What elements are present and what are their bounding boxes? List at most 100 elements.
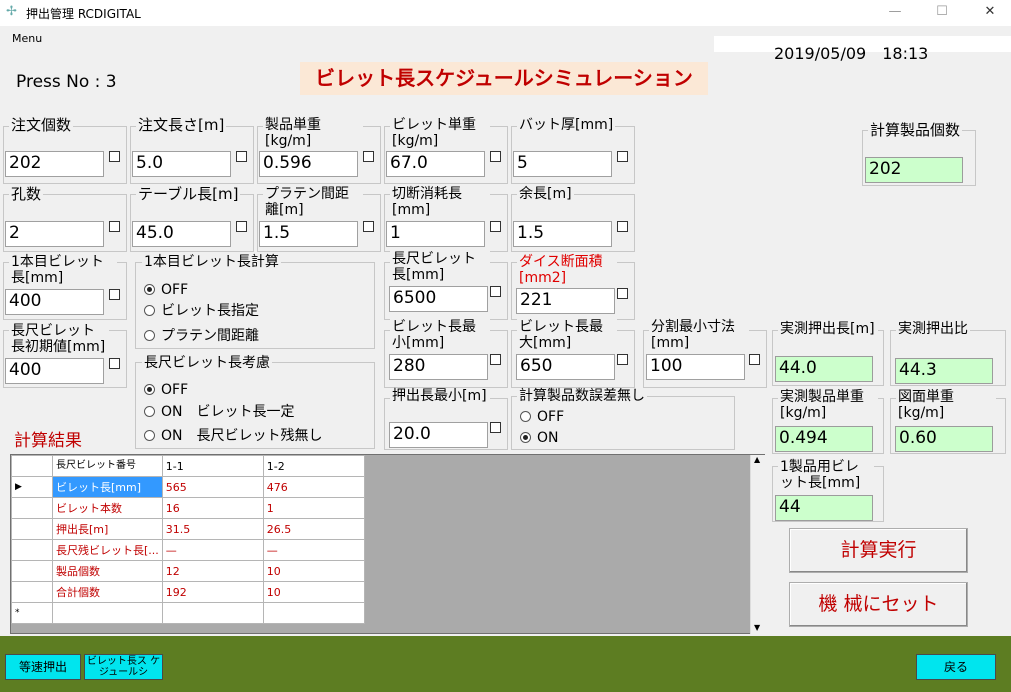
order-length-checkbox[interactable] xyxy=(236,151,247,162)
table-cell[interactable] xyxy=(161,602,264,624)
first-billet-calc-platen-radio[interactable]: プラテン間距離 xyxy=(144,328,259,344)
table-cell[interactable]: — xyxy=(161,539,264,561)
table-cell[interactable]: 31.5 xyxy=(161,518,264,540)
table-cell[interactable]: — xyxy=(262,539,365,561)
column-header[interactable]: 1-2 xyxy=(262,455,365,477)
row-label-cell[interactable]: 合計個数 xyxy=(52,581,163,603)
calculate-button[interactable]: 計算実行 xyxy=(789,528,968,573)
maximize-button[interactable]: ☐ xyxy=(927,2,957,22)
long-billet-no-remain-radio[interactable]: ON 長尺ビレット残無し xyxy=(144,428,323,444)
platen-distance-checkbox[interactable] xyxy=(363,221,374,232)
minimize-button[interactable]: — xyxy=(880,2,910,22)
platen-distance-input[interactable]: 1.5 xyxy=(259,221,358,247)
back-button[interactable]: 戻る xyxy=(916,654,996,680)
row-header[interactable] xyxy=(11,518,53,540)
billet-unit-weight-checkbox[interactable] xyxy=(490,151,501,162)
row-label-cell[interactable]: 長尺残ビレット長[... xyxy=(52,539,163,561)
cut-loss-checkbox[interactable] xyxy=(490,221,501,232)
billet-schedule-button[interactable]: ビレット長ス ケジュールシ xyxy=(84,654,163,680)
scroll-up-icon[interactable]: ▲ xyxy=(754,455,760,464)
first-billet-length-checkbox[interactable] xyxy=(109,289,120,300)
row-label-cell[interactable]: ビレット長[mm] xyxy=(52,476,163,498)
table-length-checkbox[interactable] xyxy=(236,221,247,232)
new-row[interactable]: * xyxy=(11,602,365,624)
table-cell[interactable]: 26.5 xyxy=(262,518,365,540)
table-cell[interactable]: 192 xyxy=(161,581,264,603)
billet-min-label: ビレット長最小[mm] xyxy=(390,319,490,351)
long-billet-length-input[interactable]: 6500 xyxy=(389,286,488,312)
table-cell[interactable]: 565 xyxy=(161,476,264,498)
cut-loss-input[interactable]: 1 xyxy=(386,221,485,247)
table-row[interactable]: 長尺残ビレット長[... — — xyxy=(11,539,365,561)
constant-speed-button[interactable]: 等速押出 xyxy=(5,654,81,680)
extrusion-min-checkbox[interactable] xyxy=(490,422,501,433)
row-header[interactable]: ▶ xyxy=(11,476,53,498)
first-billet-calc-off-radio[interactable]: OFF xyxy=(144,282,188,298)
column-header[interactable]: 1-1 xyxy=(161,455,264,477)
order-length-input[interactable]: 5.0 xyxy=(132,151,231,177)
holes-input[interactable]: 2 xyxy=(5,221,104,247)
vertical-scrollbar[interactable]: ▲ ▼ xyxy=(750,455,765,634)
table-cell[interactable]: 476 xyxy=(262,476,365,498)
billet-min-input[interactable]: 280 xyxy=(389,354,488,380)
row-label-cell[interactable]: ビレット本数 xyxy=(52,497,163,519)
table-cell[interactable]: 10 xyxy=(262,581,365,603)
calc-error-off-radio[interactable]: OFF xyxy=(520,409,564,425)
table-cell[interactable]: 16 xyxy=(161,497,264,519)
long-billet-length-checkbox[interactable] xyxy=(490,286,501,297)
first-billet-length-input[interactable]: 400 xyxy=(5,289,104,315)
long-billet-initial-label: 長尺ビレット長初期値[mm] xyxy=(9,323,109,355)
split-min-checkbox[interactable] xyxy=(749,354,760,365)
table-row[interactable]: ビレット本数 16 1 xyxy=(11,497,365,519)
row-label-cell[interactable]: 押出長[m] xyxy=(52,518,163,540)
long-billet-constant-radio[interactable]: ON ビレット長一定 xyxy=(144,404,295,420)
product-unit-weight-input[interactable]: 0.596 xyxy=(259,151,358,177)
corner-cell xyxy=(11,455,53,477)
split-min-input[interactable]: 100 xyxy=(646,354,745,380)
die-area-input[interactable]: 221 xyxy=(516,288,615,314)
order-count-checkbox[interactable] xyxy=(109,151,120,162)
close-button[interactable]: ✕ xyxy=(975,2,1005,22)
table-cell[interactable]: 12 xyxy=(161,560,264,582)
new-row-marker[interactable]: * xyxy=(11,602,53,624)
long-billet-initial-checkbox[interactable] xyxy=(109,358,120,369)
table-cell[interactable]: 1 xyxy=(262,497,365,519)
table-row[interactable]: 合計個数 192 10 xyxy=(11,581,365,603)
table-row[interactable]: ▶ ビレット長[mm] 565 476 xyxy=(11,476,365,498)
row-label-cell[interactable]: 製品個数 xyxy=(52,560,163,582)
radio-label: ON ビレット長一定 xyxy=(161,404,295,420)
die-area-checkbox[interactable] xyxy=(617,288,628,299)
long-billet-off-radio[interactable]: OFF xyxy=(144,382,188,398)
extrusion-min-input[interactable]: 20.0 xyxy=(389,422,488,448)
scroll-down-icon[interactable]: ▼ xyxy=(754,623,760,632)
table-cell[interactable] xyxy=(262,602,365,624)
table-row[interactable]: 押出長[m] 31.5 26.5 xyxy=(11,518,365,540)
radio-label: OFF xyxy=(161,282,189,298)
butt-thickness-checkbox[interactable] xyxy=(617,151,628,162)
calc-error-on-radio[interactable]: ON xyxy=(520,430,559,446)
table-row[interactable]: 製品個数 12 10 xyxy=(11,560,365,582)
holes-checkbox[interactable] xyxy=(109,221,120,232)
split-min-label: 分割最小寸法[mm] xyxy=(649,319,749,351)
row-header[interactable] xyxy=(11,560,53,582)
row-header[interactable] xyxy=(11,497,53,519)
billet-max-checkbox[interactable] xyxy=(617,354,628,365)
table-length-input[interactable]: 45.0 xyxy=(132,221,231,247)
billet-min-checkbox[interactable] xyxy=(490,354,501,365)
long-billet-initial-input[interactable]: 400 xyxy=(5,358,104,384)
table-cell[interactable] xyxy=(52,602,163,624)
order-count-input[interactable]: 202 xyxy=(5,151,104,177)
remainder-checkbox[interactable] xyxy=(617,221,628,232)
column-header[interactable]: 長尺ビレット番号 xyxy=(52,455,163,477)
row-header[interactable] xyxy=(11,539,53,561)
remainder-input[interactable]: 1.5 xyxy=(513,221,612,247)
first-billet-calc-billet-radio[interactable]: ビレット長指定 xyxy=(144,303,259,319)
butt-thickness-input[interactable]: 5 xyxy=(513,151,612,177)
table-cell[interactable]: 10 xyxy=(262,560,365,582)
product-unit-weight-checkbox[interactable] xyxy=(363,151,374,162)
billet-max-input[interactable]: 650 xyxy=(516,354,615,380)
row-header[interactable] xyxy=(11,581,53,603)
billet-unit-weight-input[interactable]: 67.0 xyxy=(386,151,485,177)
set-machine-button[interactable]: 機 械にセット xyxy=(789,582,968,627)
menu-item[interactable]: Menu xyxy=(12,32,42,45)
